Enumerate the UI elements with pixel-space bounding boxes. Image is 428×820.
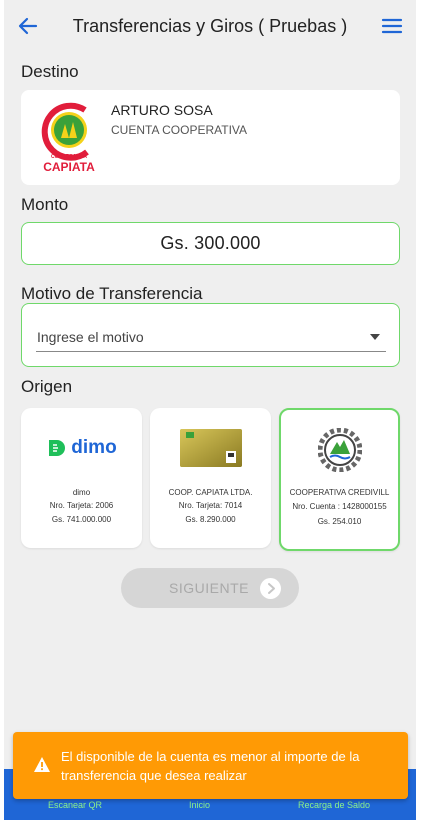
origin-balance: Gs. 741.000.000 [51, 515, 112, 524]
toast-message: El disponible de la cuenta es menor al i… [61, 749, 360, 783]
next-button-label: SIGUIENTE [169, 580, 249, 596]
origen-label: Origen [21, 377, 73, 396]
warning-icon [33, 756, 51, 773]
nav-scan-qr[interactable]: Escanear QR [48, 800, 102, 810]
chevron-right-icon [260, 578, 281, 599]
capiata-card-icon [150, 428, 271, 468]
amount-value: Gs. 300.000 [160, 233, 261, 253]
logo-caption: CAPIATA [43, 160, 95, 174]
credivill-logo [281, 428, 398, 472]
destination-account-type: CUENTA COOPERATIVA [111, 123, 248, 137]
motivo-select[interactable]: Ingrese el motivo [36, 322, 386, 352]
monto-label: Monto [21, 195, 69, 214]
amount-input[interactable]: Gs. 300.000 [21, 222, 400, 265]
destino-label: Destino [21, 62, 79, 81]
origin-name: dimo [72, 488, 91, 497]
origin-name: COOP. CAPIATA LTDA. [168, 488, 253, 497]
dimo-logo: dimo [21, 428, 142, 468]
destination-name: ARTURO SOSA [111, 102, 213, 118]
origin-number: Nro. Cuenta : 1428000155 [292, 502, 387, 511]
app-screen: Transferencias y Giros ( Pruebas ) Desti… [4, 0, 416, 820]
page-title: Transferencias y Giros ( Pruebas ) [72, 16, 348, 36]
dropdown-arrow-icon[interactable] [370, 334, 380, 340]
origin-number: Nro. Tarjeta: 2006 [49, 501, 114, 510]
origin-balance: Gs. 8.290.000 [185, 515, 236, 524]
nav-home[interactable]: Inicio [189, 800, 210, 810]
origin-card-credivill[interactable]: COOPERATIVA CREDIVILL Nro. Cuenta : 1428… [279, 408, 400, 551]
origin-card-dimo[interactable]: dimo dimo Nro. Tarjeta: 2006 Gs. 741.000… [21, 408, 142, 548]
motivo-placeholder: Ingrese el motivo [37, 329, 144, 345]
header: Transferencias y Giros ( Pruebas ) [4, 0, 416, 54]
nav-recharge[interactable]: Recarga de Saldo [298, 800, 370, 810]
origin-balance: Gs. 254.010 [317, 517, 362, 526]
origin-card-capiata[interactable]: COOP. CAPIATA LTDA. Nro. Tarjeta: 7014 G… [150, 408, 271, 548]
capiata-logo: COOPERATIVA CAPIATA [39, 100, 99, 174]
origin-number: Nro. Tarjeta: 7014 [178, 501, 243, 510]
next-button[interactable]: SIGUIENTE [121, 568, 299, 608]
motivo-label: Motivo de Transferencia [21, 284, 203, 303]
dimo-logo-text: dimo [71, 437, 117, 458]
motivo-container: Ingrese el motivo [21, 303, 400, 367]
origin-name: COOPERATIVA CREDIVILL [289, 488, 390, 497]
destination-card[interactable]: COOPERATIVA CAPIATA ARTURO SOSA CUENTA C… [21, 90, 400, 185]
warning-toast[interactable]: El disponible de la cuenta es menor al i… [13, 732, 408, 799]
menu-icon[interactable] [380, 14, 404, 38]
